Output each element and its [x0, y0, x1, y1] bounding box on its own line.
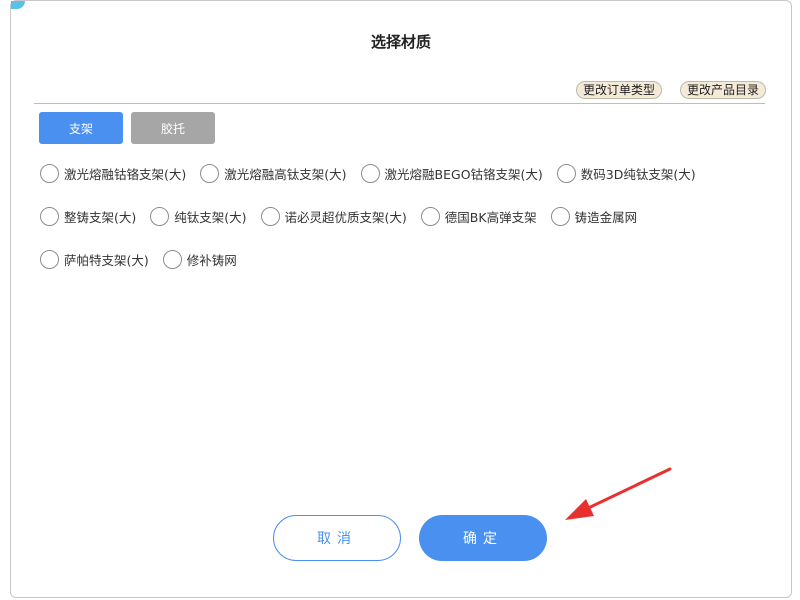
change-order-type-button[interactable]: 更改订单类型	[575, 81, 662, 99]
material-option-label: 激光熔融钴铬支架(大)	[64, 166, 187, 182]
material-option-label: 修补铸网	[186, 252, 237, 268]
radio-button[interactable]	[550, 206, 570, 226]
material-option-label: 德国BK高弹支架	[444, 209, 537, 225]
material-option-label: 整铸支架(大)	[64, 209, 137, 225]
radio-button[interactable]	[162, 249, 182, 269]
dialog-title: 选择材质	[370, 33, 431, 51]
radio-button[interactable]	[200, 163, 220, 183]
radio-button[interactable]	[40, 163, 59, 183]
material-option[interactable]: 德国BK高弹支架	[420, 206, 537, 226]
material-option-label: 激光熔融BEGO钴铬支架(大)	[384, 166, 543, 182]
material-option[interactable]: 修补铸网	[162, 249, 237, 269]
material-option[interactable]: 激光熔融钴铬支架(大)	[40, 163, 187, 183]
radio-button[interactable]	[150, 206, 170, 226]
options-row: 整铸支架(大) 纯钛支架(大) 诺必灵超优质支架(大) 德国BK高弹支架 铸造金…	[40, 204, 780, 228]
tab-bracket[interactable]: 支架	[39, 112, 123, 144]
radio-button[interactable]	[420, 206, 440, 226]
cancel-button[interactable]: 取消	[273, 515, 401, 561]
material-option[interactable]: 激光熔融BEGO钴铬支架(大)	[360, 163, 543, 183]
radio-button[interactable]	[260, 206, 280, 226]
options-row: 激光熔融钴铬支架(大) 激光熔融高钛支架(大) 激光熔融BEGO钴铬支架(大) …	[40, 161, 780, 185]
corner-accent	[11, 1, 25, 9]
divider	[34, 103, 765, 104]
radio-button[interactable]	[360, 163, 380, 183]
material-option[interactable]: 诺必灵超优质支架(大)	[260, 206, 407, 226]
material-option[interactable]: 激光熔融高钛支架(大)	[200, 163, 347, 183]
material-option[interactable]: 铸造金属网	[550, 206, 638, 226]
material-option-label: 铸造金属网	[574, 209, 638, 225]
radio-button[interactable]	[40, 249, 59, 269]
material-tabs: 支架 胶托	[39, 112, 215, 144]
radio-button[interactable]	[40, 206, 59, 226]
radio-button[interactable]	[556, 163, 576, 183]
annotation-arrow-icon	[565, 467, 672, 520]
material-option[interactable]: 纯钛支架(大)	[150, 206, 247, 226]
top-actions: 更改订单类型 更改产品目录	[575, 81, 766, 99]
material-option-label: 萨帕特支架(大)	[64, 252, 149, 268]
material-option-label: 数码3D纯钛支架(大)	[580, 166, 696, 182]
change-product-catalog-button[interactable]: 更改产品目录	[679, 81, 766, 99]
material-option[interactable]: 整铸支架(大)	[40, 206, 137, 226]
material-option-label: 诺必灵超优质支架(大)	[284, 209, 407, 225]
material-option-label: 激光熔融高钛支架(大)	[224, 166, 347, 182]
confirm-button[interactable]: 确定	[419, 515, 547, 561]
material-options: 激光熔融钴铬支架(大) 激光熔融高钛支架(大) 激光熔融BEGO钴铬支架(大) …	[40, 161, 780, 290]
options-row: 萨帕特支架(大) 修补铸网	[40, 247, 780, 271]
material-option-label: 纯钛支架(大)	[174, 209, 247, 225]
material-option[interactable]: 萨帕特支架(大)	[40, 249, 149, 269]
tab-resin-base[interactable]: 胶托	[131, 112, 215, 144]
material-option[interactable]: 数码3D纯钛支架(大)	[556, 163, 696, 183]
